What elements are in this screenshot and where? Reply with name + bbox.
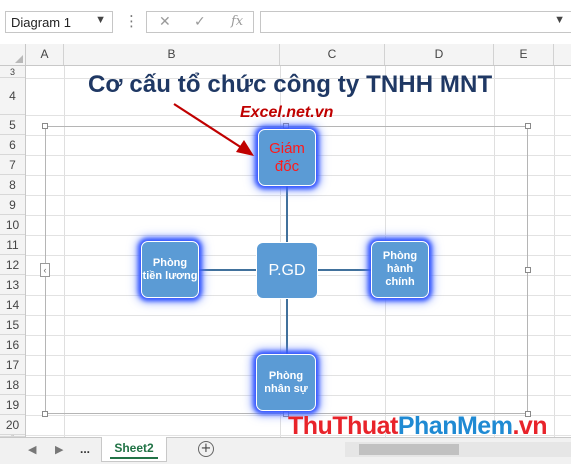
row-header: 3 4 5 6 7 8 9 10 11 12 13 14 15 16 17 18… — [0, 66, 26, 437]
row-10[interactable]: 10 — [0, 215, 25, 235]
row-15[interactable]: 15 — [0, 315, 25, 335]
name-box[interactable]: Diagram 1 ▼ — [5, 11, 113, 33]
row-3[interactable]: 3 — [0, 66, 25, 78]
row-14[interactable]: 14 — [0, 295, 25, 315]
node-label: P.GD — [268, 261, 306, 279]
row-6[interactable]: 6 — [0, 135, 25, 155]
add-sheet-button[interactable]: + — [198, 441, 214, 457]
arrow-head — [236, 140, 254, 156]
text-pane-toggle[interactable]: ‹ — [40, 263, 50, 277]
brand-part: PhanMem — [397, 412, 513, 440]
active-tab-indicator — [110, 457, 158, 459]
chevron-down-icon[interactable]: ▼ — [95, 14, 106, 26]
resize-handle[interactable] — [525, 123, 531, 129]
arrow-line — [173, 103, 243, 149]
brand-logo: ThuThuatPhanMem.vn — [288, 412, 548, 441]
more-sheets[interactable]: ... — [80, 442, 90, 456]
node-phong-tien-luong[interactable]: Phòng tiền lương — [141, 241, 199, 298]
row-12[interactable]: 12 — [0, 255, 25, 275]
formula-input[interactable]: ▼ — [260, 11, 571, 33]
name-box-value: Diagram 1 — [11, 15, 71, 30]
horizontal-scrollbar[interactable] — [345, 442, 571, 457]
formula-buttons: ✕ ✓ fx — [146, 11, 254, 33]
node-phong-nhan-su[interactable]: Phòng nhân sự — [256, 354, 316, 411]
connector — [318, 269, 371, 271]
more-options-icon[interactable]: ⋮ — [124, 12, 139, 30]
row-4[interactable]: 4 — [0, 78, 25, 115]
select-all-icon — [15, 55, 23, 63]
row-20[interactable]: 20 — [0, 415, 25, 435]
scroll-left-icon[interactable]: ◀ — [28, 443, 36, 456]
connector — [286, 299, 288, 354]
node-label: Phòng tiền lương — [142, 256, 198, 282]
node-label: Phòng hành chính — [382, 250, 418, 288]
row-5[interactable]: 5 — [0, 115, 25, 135]
row-19[interactable]: 19 — [0, 395, 25, 415]
sheet-tab-label: Sheet2 — [114, 441, 154, 455]
insert-function-icon[interactable]: fx — [231, 14, 243, 29]
row-16[interactable]: 16 — [0, 335, 25, 355]
resize-handle[interactable] — [42, 411, 48, 417]
column-a[interactable]: A — [26, 44, 64, 65]
enter-icon[interactable]: ✓ — [194, 14, 206, 30]
row-11[interactable]: 11 — [0, 235, 25, 255]
node-label: Phòng nhân sự — [264, 369, 308, 395]
sheet-tab-bar: ◀ ▶ ... Sheet2 + — [0, 437, 571, 464]
column-c[interactable]: C — [280, 44, 385, 65]
row-13[interactable]: 13 — [0, 275, 25, 295]
row-18[interactable]: 18 — [0, 375, 25, 395]
column-e[interactable]: E — [494, 44, 554, 65]
cancel-icon[interactable]: ✕ — [159, 14, 171, 30]
scroll-right-icon[interactable]: ▶ — [55, 443, 63, 456]
resize-handle[interactable] — [42, 123, 48, 129]
brand-part: .vn — [512, 412, 548, 440]
row-17[interactable]: 17 — [0, 355, 25, 375]
arrow-annotation — [173, 103, 254, 156]
row-7[interactable]: 7 — [0, 155, 25, 175]
resize-handle[interactable] — [525, 267, 531, 273]
row-9[interactable]: 9 — [0, 195, 25, 215]
connector — [199, 269, 256, 271]
chart-title: Cơ cấu tổ chức công ty TNHH MNT — [88, 71, 493, 98]
brand-part: ThuThuat — [288, 412, 398, 440]
connector — [286, 186, 288, 242]
column-header: A B C D E — [0, 44, 571, 66]
scrollbar-thumb[interactable] — [359, 444, 459, 455]
tab-sheet2[interactable]: Sheet2 — [101, 437, 167, 462]
formula-bar: Diagram 1 ▼ ⋮ ✕ ✓ fx ▼ — [0, 0, 571, 45]
chevron-down-icon[interactable]: ▼ — [554, 14, 565, 26]
select-all-corner[interactable] — [0, 44, 26, 65]
node-phong-hanh-chinh[interactable]: Phòng hành chính — [371, 241, 429, 298]
column-b[interactable]: B — [64, 44, 280, 65]
node-p-gd[interactable]: P.GD — [256, 242, 318, 299]
row-8[interactable]: 8 — [0, 175, 25, 195]
gridline — [554, 66, 555, 437]
column-d[interactable]: D — [385, 44, 494, 65]
